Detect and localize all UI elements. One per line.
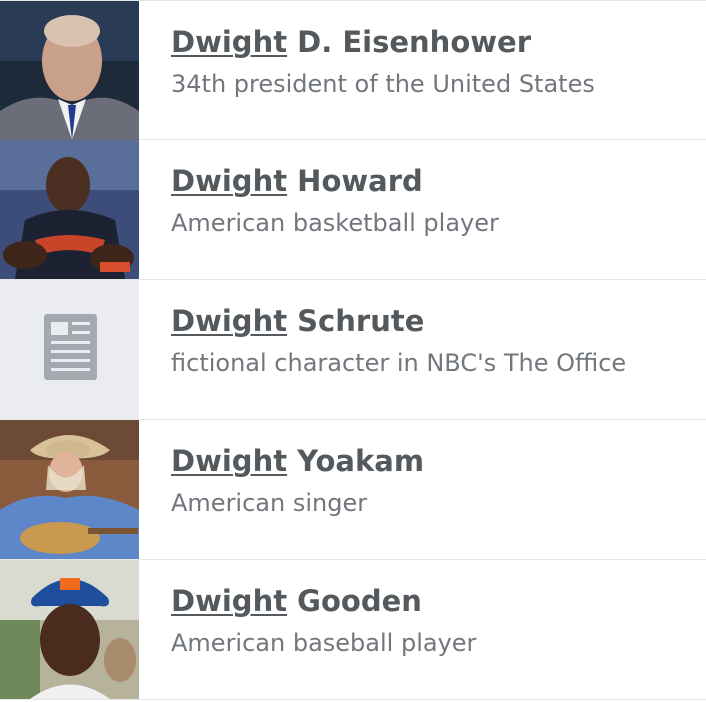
result-title-match: Dwight — [171, 304, 288, 338]
result-title: Dwight Howard — [171, 162, 696, 200]
result-title: Dwight Gooden — [171, 582, 696, 620]
search-result-item[interactable]: Dwight D. Eisenhower 34th president of t… — [0, 0, 706, 140]
search-result-item[interactable]: Dwight Yoakam American singer — [0, 420, 706, 560]
result-description: American baseball player — [171, 629, 477, 657]
result-title-rest: Yoakam — [287, 444, 425, 478]
article-placeholder-icon — [44, 314, 97, 380]
result-description: fictional character in NBC's The Office — [171, 349, 627, 377]
result-title-rest: Gooden — [287, 584, 422, 618]
result-title-match: Dwight — [171, 164, 288, 198]
result-title-rest: Schrute — [287, 304, 425, 338]
result-thumbnail — [0, 560, 139, 699]
result-title-match: Dwight — [171, 584, 288, 618]
result-description: American basketball player — [171, 209, 499, 237]
result-title: Dwight D. Eisenhower — [171, 23, 696, 61]
search-result-item[interactable]: Dwight Schrute fictional character in NB… — [0, 280, 706, 420]
result-title-match: Dwight — [171, 25, 288, 59]
result-title: Dwight Schrute — [171, 302, 696, 340]
search-result-item[interactable]: Dwight Howard American basketball player — [0, 140, 706, 280]
result-title-rest: Howard — [287, 164, 423, 198]
result-title-rest: D. Eisenhower — [287, 25, 532, 59]
result-thumbnail — [0, 140, 139, 279]
search-suggestions-list: Dwight D. Eisenhower 34th president of t… — [0, 0, 706, 702]
result-thumbnail — [0, 420, 139, 559]
result-description: American singer — [171, 489, 368, 517]
result-title: Dwight Yoakam — [171, 442, 696, 480]
result-thumbnail-placeholder — [0, 280, 139, 419]
result-title-match: Dwight — [171, 444, 288, 478]
result-description: 34th president of the United States — [171, 70, 595, 98]
search-result-item[interactable]: Dwight Gooden American baseball player — [0, 560, 706, 700]
result-thumbnail — [0, 1, 139, 140]
